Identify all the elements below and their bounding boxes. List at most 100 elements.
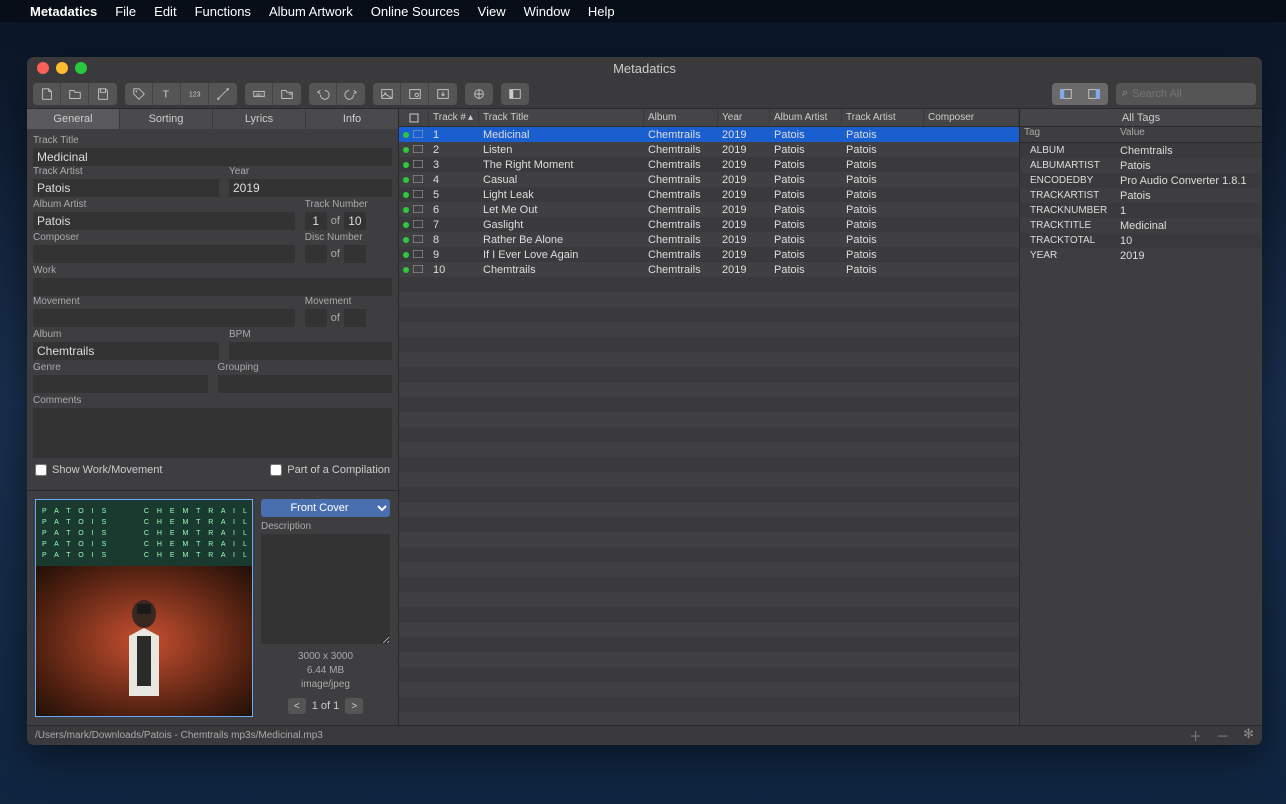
table-row[interactable]: 7GaslightChemtrails2019PatoisPatois — [399, 217, 1019, 232]
comments-field[interactable] — [33, 408, 392, 458]
table-row[interactable]: 1MedicinalChemtrails2019PatoisPatois — [399, 127, 1019, 142]
tags-pane: All Tags Tag Value ALBUMChemtrailsALBUMA… — [1019, 109, 1262, 725]
grouping-label: Grouping — [218, 362, 393, 373]
left-panel-toggle[interactable] — [1052, 83, 1080, 105]
status-dot-icon — [403, 267, 409, 273]
col-track-artist[interactable]: Track Artist — [842, 109, 924, 126]
grouping-field[interactable] — [218, 375, 393, 393]
table-row[interactable]: 8Rather Be AloneChemtrails2019PatoisPato… — [399, 232, 1019, 247]
move-button[interactable] — [273, 83, 301, 105]
track-artist-label: Track Artist — [33, 166, 219, 177]
genre-label: Genre — [33, 362, 208, 373]
tag-row[interactable]: TRACKARTISTPatois — [1020, 188, 1262, 203]
titlebar[interactable]: Metadatics — [27, 57, 1262, 79]
cover-type-select[interactable]: Front Cover — [261, 499, 390, 517]
compilation-checkbox[interactable]: Part of a Compilation — [270, 464, 390, 476]
tag-row[interactable]: ALBUMChemtrails — [1020, 143, 1262, 158]
art-description-field[interactable] — [261, 534, 390, 644]
add-tag-button[interactable]: ＋ — [1189, 726, 1202, 745]
genre-field[interactable] — [33, 375, 208, 393]
track-number-field[interactable] — [305, 212, 327, 230]
menu-online-sources[interactable]: Online Sources — [371, 4, 460, 19]
tools-button[interactable] — [209, 83, 237, 105]
disc-number-field[interactable] — [305, 245, 327, 263]
text-button[interactable]: T — [153, 83, 181, 105]
value-col[interactable]: Value — [1120, 127, 1262, 142]
gear-icon[interactable]: ✻ — [1243, 726, 1254, 745]
tab-sorting[interactable]: Sorting — [120, 109, 213, 129]
track-total-field[interactable] — [344, 212, 366, 230]
of-label-3: of — [331, 312, 340, 324]
table-row[interactable]: 10ChemtrailsChemtrails2019PatoisPatois — [399, 262, 1019, 277]
movement-field[interactable] — [33, 309, 295, 327]
work-field[interactable] — [33, 278, 392, 296]
tag-col[interactable]: Tag — [1020, 127, 1120, 142]
composer-field[interactable] — [33, 245, 295, 263]
tag-row[interactable]: TRACKTITLEMedicinal — [1020, 218, 1262, 233]
table-row[interactable]: 2ListenChemtrails2019PatoisPatois — [399, 142, 1019, 157]
table-row[interactable]: 6Let Me OutChemtrails2019PatoisPatois — [399, 202, 1019, 217]
tag-row[interactable]: ENCODEDBYPro Audio Converter 1.8.1 — [1020, 173, 1262, 188]
menu-album-artwork[interactable]: Album Artwork — [269, 4, 353, 19]
tab-info[interactable]: Info — [306, 109, 398, 129]
col-composer[interactable]: Composer — [924, 109, 1019, 126]
album-field[interactable] — [33, 342, 219, 360]
art-prev-button[interactable]: < — [288, 698, 306, 714]
tag-button[interactable] — [125, 83, 153, 105]
undo-button[interactable] — [309, 83, 337, 105]
col-track-title[interactable]: Track Title — [479, 109, 644, 126]
right-panel-toggle[interactable] — [1080, 83, 1108, 105]
reveal-button[interactable] — [501, 83, 529, 105]
of-label: of — [331, 215, 340, 227]
image-search-button[interactable] — [401, 83, 429, 105]
col-album[interactable]: Album — [644, 109, 718, 126]
menu-window[interactable]: Window — [524, 4, 570, 19]
status-dot-icon — [403, 132, 409, 138]
menu-view[interactable]: View — [478, 4, 506, 19]
table-row[interactable]: 9If I Ever Love AgainChemtrails2019Patoi… — [399, 247, 1019, 262]
year-field[interactable] — [229, 179, 392, 197]
col-status-icon[interactable] — [399, 109, 429, 126]
menu-help[interactable]: Help — [588, 4, 615, 19]
redo-button[interactable] — [337, 83, 365, 105]
tab-general[interactable]: General — [27, 109, 120, 129]
menu-functions[interactable]: Functions — [195, 4, 251, 19]
image-download-button[interactable] — [429, 83, 457, 105]
track-title-field[interactable] — [33, 148, 392, 166]
lookup-button[interactable] — [465, 83, 493, 105]
tag-row[interactable]: YEAR2019 — [1020, 248, 1262, 263]
image-button[interactable] — [373, 83, 401, 105]
movement-total-field[interactable] — [344, 309, 366, 327]
col-album-artist[interactable]: Album Artist — [770, 109, 842, 126]
search-box[interactable]: ⌕ — [1116, 83, 1256, 105]
menu-file[interactable]: File — [115, 4, 136, 19]
col-year[interactable]: Year — [718, 109, 770, 126]
search-input[interactable] — [1132, 88, 1250, 100]
add-folder-button[interactable] — [61, 83, 89, 105]
show-work-checkbox[interactable]: Show Work/Movement — [35, 464, 162, 476]
album-artist-field[interactable] — [33, 212, 295, 230]
disc-total-field[interactable] — [344, 245, 366, 263]
search-icon: ⌕ — [1122, 87, 1128, 100]
table-row[interactable]: 4CasualChemtrails2019PatoisPatois — [399, 172, 1019, 187]
track-artist-field[interactable] — [33, 179, 219, 197]
add-files-button[interactable] — [33, 83, 61, 105]
rename-button[interactable]: abc — [245, 83, 273, 105]
save-button[interactable] — [89, 83, 117, 105]
art-next-button[interactable]: > — [345, 698, 363, 714]
remove-tag-button[interactable]: － — [1216, 726, 1229, 745]
table-row[interactable]: 5Light LeakChemtrails2019PatoisPatois — [399, 187, 1019, 202]
col-track-num[interactable]: Track # ▴ — [429, 109, 479, 126]
menu-edit[interactable]: Edit — [154, 4, 176, 19]
app-menu[interactable]: Metadatics — [30, 4, 97, 19]
tag-row[interactable]: ALBUMARTISTPatois — [1020, 158, 1262, 173]
table-row[interactable]: 3The Right MomentChemtrails2019PatoisPat… — [399, 157, 1019, 172]
art-indicator-icon — [413, 265, 423, 273]
bpm-field[interactable] — [229, 342, 392, 360]
numbers-button[interactable]: 123 — [181, 83, 209, 105]
movement-num-field[interactable] — [305, 309, 327, 327]
tag-row[interactable]: TRACKNUMBER1 — [1020, 203, 1262, 218]
tag-row[interactable]: TRACKTOTAL10 — [1020, 233, 1262, 248]
album-art[interactable]: P A T O I S C H E M T R A I L S P A T O … — [35, 499, 253, 717]
tab-lyrics[interactable]: Lyrics — [213, 109, 306, 129]
